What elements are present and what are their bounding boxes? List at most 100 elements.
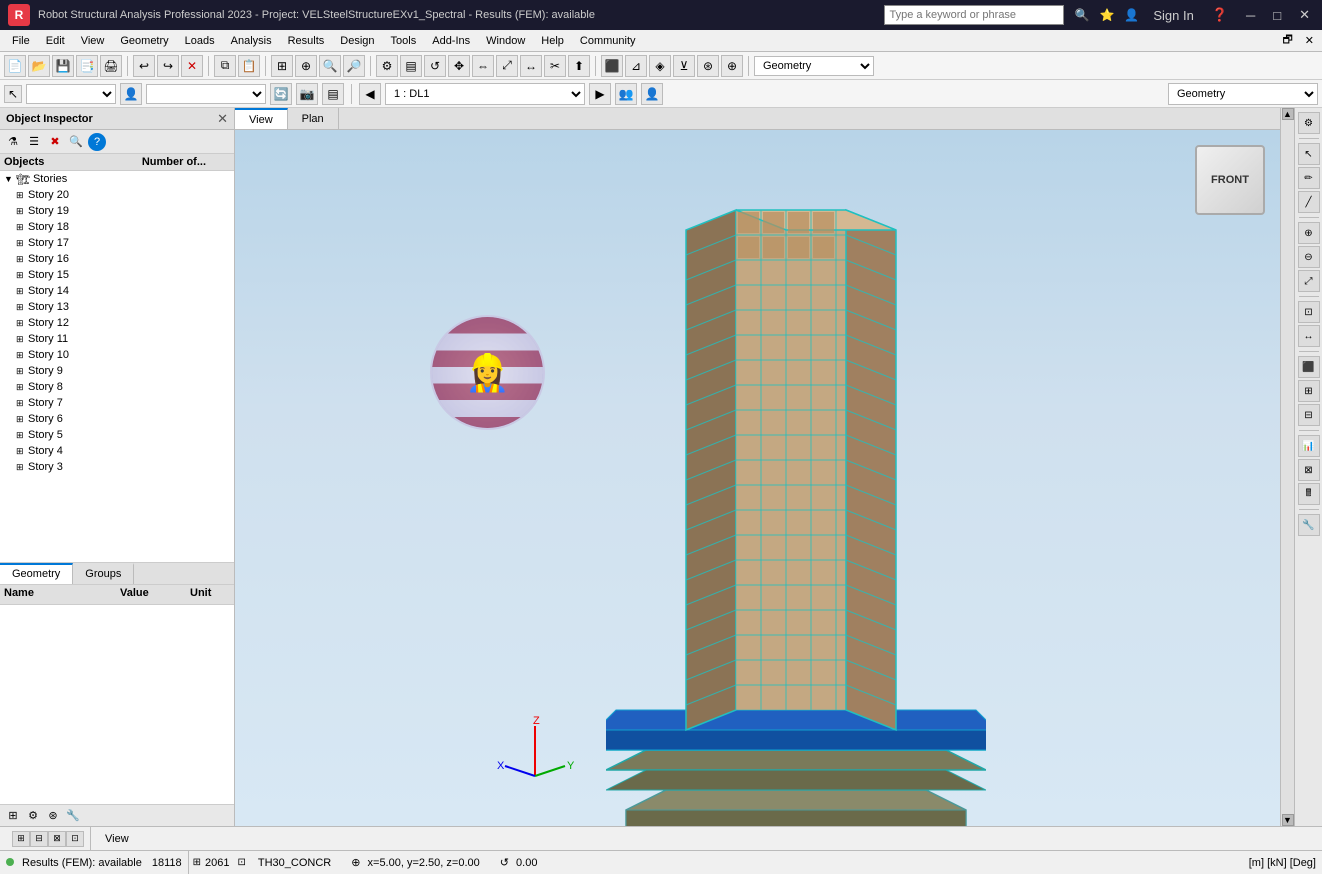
- help-icon[interactable]: ❓: [1208, 7, 1232, 23]
- viewport-canvas[interactable]: FRONT 👷‍♀️ Z: [235, 130, 1280, 826]
- minimize-button[interactable]: ─: [1242, 8, 1259, 23]
- expand-icon-19[interactable]: ⊞: [16, 206, 28, 217]
- rotate-model-btn[interactable]: 🔄: [270, 83, 292, 105]
- menu-community[interactable]: Community: [572, 30, 644, 52]
- tree-item-story-4[interactable]: ⊞ Story 4: [0, 443, 234, 459]
- tree-item-stories-root[interactable]: ▼ 🏗 Stories: [0, 171, 234, 187]
- rp-dimension-btn[interactable]: ↔: [1298, 325, 1320, 347]
- expand-icon-20[interactable]: ⊞: [16, 190, 28, 201]
- menu-addins[interactable]: Add-Ins: [424, 30, 478, 52]
- rotate-button[interactable]: ↺: [424, 55, 446, 77]
- expand-icon-12[interactable]: ⊞: [16, 318, 28, 329]
- redo-button[interactable]: ↪: [157, 55, 179, 77]
- rp-render-btn[interactable]: ⬛: [1298, 356, 1320, 378]
- zoom-button[interactable]: 🔎: [343, 55, 365, 77]
- tb-more2[interactable]: ⊿: [625, 55, 647, 77]
- view-mode-btn2[interactable]: ⊟: [30, 831, 48, 847]
- menu-geometry[interactable]: Geometry: [112, 30, 176, 52]
- oi-delete-btn[interactable]: ✖: [46, 133, 64, 151]
- rp-settings-btn[interactable]: ⚙: [1298, 112, 1320, 134]
- load-combo-select[interactable]: 1 : DL1: [385, 83, 585, 105]
- rp-line-btn[interactable]: ╱: [1298, 191, 1320, 213]
- vscroll-down-btn[interactable]: ▼: [1282, 814, 1294, 826]
- mirror-button[interactable]: ⇔: [472, 55, 494, 77]
- close-button[interactable]: ✕: [1295, 7, 1314, 23]
- menu-help[interactable]: Help: [533, 30, 572, 52]
- tree-item-story-7[interactable]: ⊞ Story 7: [0, 395, 234, 411]
- tree-item-story-14[interactable]: ⊞ Story 14: [0, 283, 234, 299]
- tree-item-story-20[interactable]: ⊞ Story 20: [0, 187, 234, 203]
- tree-item-story-8[interactable]: ⊞ Story 8: [0, 379, 234, 395]
- add-load-btn[interactable]: 👤: [120, 83, 142, 105]
- results-combo[interactable]: Geometry: [754, 56, 874, 76]
- tree-item-story-13[interactable]: ⊞ Story 13: [0, 299, 234, 315]
- oi-search-btn[interactable]: 🔍: [67, 133, 85, 151]
- expand-icon-8[interactable]: ⊞: [16, 382, 28, 393]
- layers-button[interactable]: ▤: [400, 55, 422, 77]
- menu-view[interactable]: View: [73, 30, 113, 52]
- tree-item-story-19[interactable]: ⊞ Story 19: [0, 203, 234, 219]
- tree-item-story-16[interactable]: ⊞ Story 16: [0, 251, 234, 267]
- tb-more4[interactable]: ⊻: [673, 55, 695, 77]
- save-button[interactable]: 💾: [52, 55, 74, 77]
- expand-icon-stories[interactable]: ▼: [4, 174, 16, 184]
- mini-btn-1[interactable]: ⊞: [4, 807, 22, 825]
- tab-geometry[interactable]: Geometry: [0, 563, 73, 584]
- rp-table-btn[interactable]: ⊟: [1298, 404, 1320, 426]
- user-icon[interactable]: 👤: [1124, 8, 1139, 22]
- vscroll-track[interactable]: [1282, 120, 1294, 814]
- expand-icon-10[interactable]: ⊞: [16, 350, 28, 361]
- expand-icon-13[interactable]: ⊞: [16, 302, 28, 313]
- rp-section-btn[interactable]: ⊡: [1298, 301, 1320, 323]
- expand-icon-5[interactable]: ⊞: [16, 430, 28, 441]
- tab-plan[interactable]: Plan: [288, 108, 339, 129]
- mini-btn-4[interactable]: 🔧: [64, 807, 82, 825]
- save-as-button[interactable]: 📑: [76, 55, 98, 77]
- tb-more5[interactable]: ⊛: [697, 55, 719, 77]
- oi-filter-btn[interactable]: ⚗: [4, 133, 22, 151]
- tree-item-story-15[interactable]: ⊞ Story 15: [0, 267, 234, 283]
- tree-item-story-9[interactable]: ⊞ Story 9: [0, 363, 234, 379]
- expand-icon-7[interactable]: ⊞: [16, 398, 28, 409]
- tree-item-story-18[interactable]: ⊞ Story 18: [0, 219, 234, 235]
- title-search-box[interactable]: [884, 5, 1064, 25]
- load-display-combo[interactable]: [146, 84, 266, 104]
- tree-item-story-6[interactable]: ⊞ Story 6: [0, 411, 234, 427]
- menu-analysis[interactable]: Analysis: [223, 30, 280, 52]
- rp-cursor-btn[interactable]: ↖: [1298, 143, 1320, 165]
- view-mode-btn1[interactable]: ⊞: [12, 831, 30, 847]
- oi-close-button[interactable]: ✕: [217, 111, 228, 127]
- menu-edit[interactable]: Edit: [38, 30, 73, 52]
- expand-icon-9[interactable]: ⊞: [16, 366, 28, 377]
- rp-pen-btn[interactable]: ✏: [1298, 167, 1320, 189]
- search-tb-button[interactable]: 🔍: [319, 55, 341, 77]
- expand-icon-6[interactable]: ⊞: [16, 414, 28, 425]
- oi-help-btn[interactable]: ?: [88, 133, 106, 151]
- delete-button[interactable]: ✕: [181, 55, 203, 77]
- menu-close-button[interactable]: ✕: [1301, 34, 1318, 47]
- expand-icon-11[interactable]: ⊞: [16, 334, 28, 345]
- expand-icon-15[interactable]: ⊞: [16, 270, 28, 281]
- mini-btn-3[interactable]: ⊛: [44, 807, 62, 825]
- tree-item-story-3[interactable]: ⊞ Story 3: [0, 459, 234, 475]
- display-settings-button[interactable]: ⚙: [376, 55, 398, 77]
- paste-button[interactable]: 📋: [238, 55, 260, 77]
- tb-more6[interactable]: ⊕: [721, 55, 743, 77]
- expand-icon-17[interactable]: ⊞: [16, 238, 28, 249]
- person-btn[interactable]: 👥: [615, 83, 637, 105]
- menu-tools[interactable]: Tools: [383, 30, 425, 52]
- title-search-input[interactable]: [889, 9, 1059, 21]
- tb-more1[interactable]: ⬛: [601, 55, 623, 77]
- rp-calc-btn[interactable]: 🖩: [1298, 483, 1320, 505]
- select-btn[interactable]: ↖: [4, 85, 22, 103]
- extrude-button[interactable]: ⬆: [568, 55, 590, 77]
- tree-item-story-17[interactable]: ⊞ Story 17: [0, 235, 234, 251]
- maximize-button[interactable]: □: [1269, 8, 1285, 23]
- view-mode-btn4[interactable]: ⊡: [66, 831, 84, 847]
- camera-btn[interactable]: 📷: [296, 83, 318, 105]
- mini-btn-2[interactable]: ⚙: [24, 807, 42, 825]
- grid-button[interactable]: ⊞: [271, 55, 293, 77]
- search-icon[interactable]: 🔍: [1074, 8, 1089, 22]
- rp-result-btn[interactable]: 📊: [1298, 435, 1320, 457]
- expand-icon-16[interactable]: ⊞: [16, 254, 28, 265]
